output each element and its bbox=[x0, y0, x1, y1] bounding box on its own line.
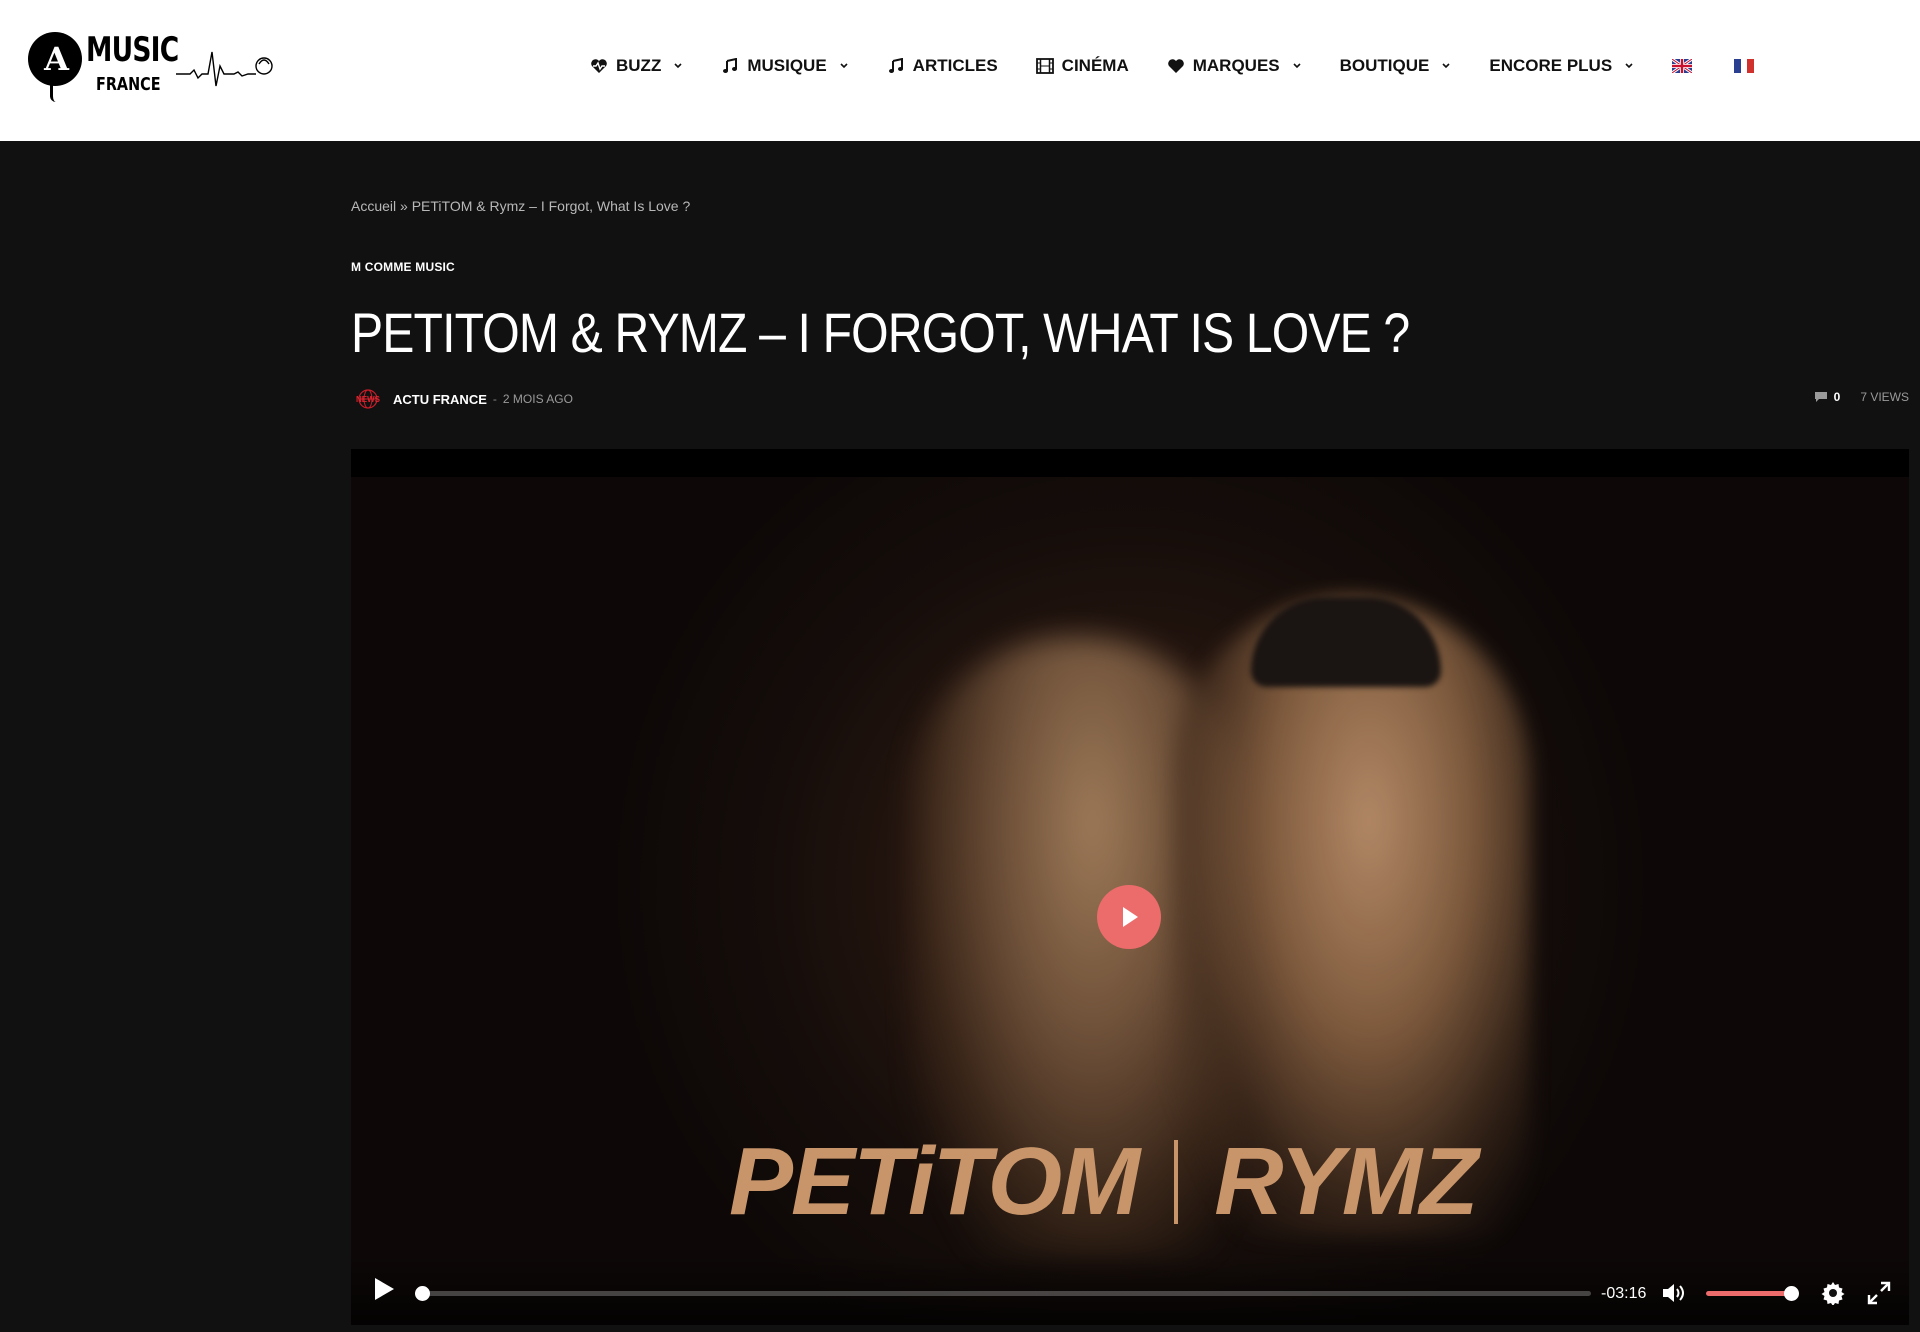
nav-label-buzz: BUZZ bbox=[616, 56, 662, 75]
nav-item-marques[interactable]: MARQUES bbox=[1167, 56, 1302, 76]
heartbeat-icon bbox=[590, 57, 608, 75]
nav-label-marques: MARQUES bbox=[1192, 56, 1280, 75]
volume-icon[interactable] bbox=[1661, 1281, 1687, 1305]
breadcrumb-current: PETiTOM & Rymz – I Forgot, What Is Love … bbox=[411, 198, 691, 214]
video-poster: PETiTOM RYMZ bbox=[351, 477, 1909, 1325]
uk-flag-icon[interactable] bbox=[1672, 59, 1693, 73]
chevron-down-icon bbox=[674, 63, 682, 69]
breadcrumb-separator: » bbox=[400, 198, 408, 214]
author-avatar[interactable]: NEWS bbox=[351, 388, 385, 410]
play-overlay-button[interactable] bbox=[1097, 885, 1161, 949]
time-remaining: -03:16 bbox=[1601, 1285, 1647, 1302]
breadcrumb-home-link[interactable]: Accueil bbox=[351, 198, 396, 214]
nav-label-musique: MUSIQUE bbox=[747, 56, 827, 75]
nav-item-buzz[interactable]: BUZZ bbox=[590, 56, 683, 76]
nav-item-encore-plus[interactable]: ENCORE PLUS bbox=[1489, 56, 1634, 76]
music-note-icon bbox=[721, 57, 739, 75]
play-icon bbox=[1123, 907, 1138, 927]
poster-artist-left: PETiTOM bbox=[729, 1128, 1140, 1235]
chevron-down-icon bbox=[1625, 63, 1633, 69]
post-date: 2 MOIS AGO bbox=[502, 392, 573, 406]
logo-mark: A bbox=[28, 32, 82, 86]
chevron-down-icon bbox=[1442, 63, 1450, 69]
chevron-down-icon bbox=[840, 63, 848, 69]
post-meta: NEWS ACTU FRANCE - 2 MOIS AGO 0 7 VIEWS bbox=[351, 388, 1909, 410]
gear-icon[interactable] bbox=[1821, 1281, 1845, 1305]
france-flag-icon[interactable] bbox=[1734, 59, 1755, 73]
author-name-link[interactable]: ACTU FRANCE bbox=[393, 392, 487, 407]
logo-tail bbox=[50, 82, 56, 102]
post-category-link[interactable]: M COMME MUSIC bbox=[351, 260, 455, 274]
play-button[interactable] bbox=[371, 1275, 397, 1303]
film-icon bbox=[1035, 57, 1054, 75]
main-nav: BUZZ MUSIQUE ARTICLES CINÉMA MARQUES BOU… bbox=[590, 52, 1796, 80]
seek-handle[interactable] bbox=[415, 1286, 430, 1301]
nav-label-cinema: CINÉMA bbox=[1061, 56, 1129, 75]
comment-count[interactable]: 0 bbox=[1834, 390, 1841, 404]
poster-artist-right: RYMZ bbox=[1214, 1128, 1478, 1235]
post-title: PETITOM & RYMZ – I FORGOT, WHAT IS LOVE … bbox=[351, 301, 1410, 364]
comment-icon bbox=[1814, 392, 1827, 402]
nav-label-boutique: BOUTIQUE bbox=[1339, 56, 1430, 75]
poster-artist-names: PETiTOM RYMZ bbox=[729, 1128, 1478, 1235]
breadcrumb: Accueil » PETiTOM & Rymz – I Forgot, Wha… bbox=[351, 198, 690, 214]
logo-france-text: FRANCE bbox=[96, 74, 161, 95]
site-header: A MUSIC FRANCE BUZZ MUSIQUE ARTICLES CIN… bbox=[0, 0, 1920, 141]
news-globe-icon: NEWS bbox=[356, 389, 381, 409]
nav-item-musique[interactable]: MUSIQUE bbox=[721, 56, 848, 76]
volume-slider[interactable] bbox=[1706, 1286, 1799, 1301]
heart-icon bbox=[1167, 57, 1185, 75]
heartbeat-wave-icon bbox=[176, 51, 273, 87]
nav-label-articles: ARTICLES bbox=[912, 56, 998, 75]
meta-separator: - bbox=[492, 392, 497, 406]
chevron-down-icon bbox=[1293, 63, 1301, 69]
video-letterbox bbox=[351, 449, 1909, 477]
nav-label-encore-plus: ENCORE PLUS bbox=[1489, 56, 1613, 75]
seek-bar[interactable] bbox=[415, 1286, 1591, 1301]
volume-handle[interactable] bbox=[1784, 1286, 1799, 1301]
video-controls: -03:16 bbox=[351, 1255, 1909, 1325]
logo-music-text: MUSIC bbox=[86, 30, 179, 70]
nav-item-boutique[interactable]: BOUTIQUE bbox=[1340, 56, 1452, 76]
view-count: 7 VIEWS bbox=[1860, 390, 1909, 404]
site-logo[interactable]: A MUSIC FRANCE bbox=[28, 26, 278, 106]
video-player[interactable]: PETiTOM RYMZ -03:16 bbox=[351, 449, 1909, 1325]
fullscreen-icon[interactable] bbox=[1867, 1281, 1891, 1305]
nav-item-cinema[interactable]: CINÉMA bbox=[1035, 56, 1129, 76]
poster-divider bbox=[1174, 1140, 1179, 1224]
post-stats: 0 7 VIEWS bbox=[1814, 390, 1909, 404]
author-badge-text: NEWS bbox=[356, 395, 381, 404]
nav-item-articles[interactable]: ARTICLES bbox=[887, 56, 998, 76]
music-note-icon bbox=[887, 57, 905, 75]
